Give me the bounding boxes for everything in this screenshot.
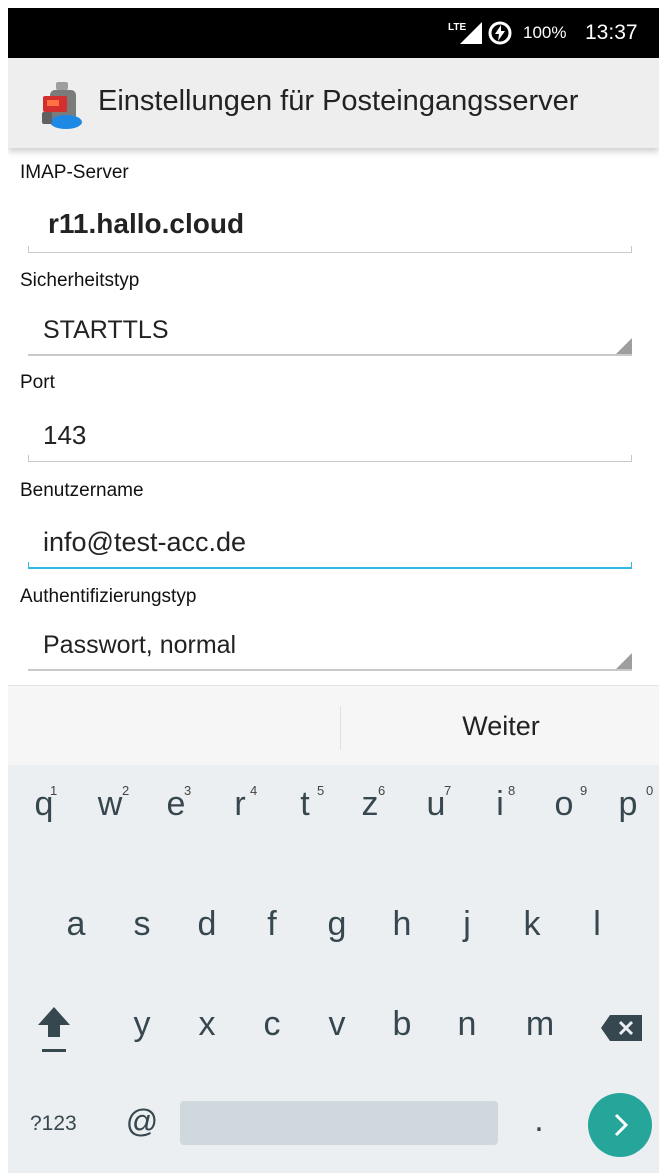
- security-type-underline: [28, 354, 632, 356]
- key-m[interactable]: m: [518, 1005, 562, 1044]
- imap-server-underline: [28, 246, 632, 253]
- battery-level: 100%: [523, 23, 567, 42]
- auth-type-underline: [28, 669, 632, 671]
- imap-server-label: IMAP-Server: [20, 162, 129, 183]
- key-t[interactable]: 5t: [287, 783, 324, 824]
- signal-strength-icon: [460, 22, 482, 44]
- key-c[interactable]: c: [254, 1005, 290, 1044]
- key-l[interactable]: l: [579, 905, 615, 944]
- key-k[interactable]: k: [514, 905, 550, 944]
- key-p[interactable]: 0p: [610, 783, 654, 824]
- port-underline: [28, 455, 632, 462]
- key-w[interactable]: 2w: [92, 783, 130, 824]
- shift-icon[interactable]: [36, 1005, 72, 1059]
- screen-margin: [0, 0, 8, 1173]
- spacebar[interactable]: [180, 1101, 498, 1145]
- key-v[interactable]: v: [319, 1005, 355, 1044]
- security-type-label: Sicherheitstyp: [20, 270, 140, 291]
- port-input[interactable]: 143: [43, 420, 86, 451]
- auth-type-select[interactable]: Passwort, normal: [43, 631, 236, 660]
- backspace-icon[interactable]: [600, 1013, 644, 1043]
- app-bar: Einstellungen für Posteingangsserver: [8, 58, 659, 148]
- dropdown-arrow-icon: [616, 338, 632, 354]
- username-underline: [28, 562, 632, 569]
- key-y[interactable]: y: [124, 1005, 160, 1044]
- key-h[interactable]: h: [384, 905, 420, 944]
- key-f[interactable]: f: [254, 905, 290, 944]
- soft-keyboard: 1q 2w 3e 4r 5t 6z 7u 8i 9o 0p a s d f g …: [8, 765, 659, 1173]
- port-label: Port: [20, 372, 55, 393]
- key-o[interactable]: 9o: [546, 783, 588, 824]
- username-input[interactable]: info@test-acc.de: [43, 527, 246, 558]
- clock: 13:37: [585, 21, 638, 44]
- chevron-right-icon: [614, 1113, 629, 1137]
- key-a[interactable]: a: [58, 905, 94, 944]
- period-key[interactable]: .: [524, 1101, 554, 1140]
- page-title: Einstellungen für Posteingangsserver: [98, 85, 579, 117]
- status-bar: LTE 100% 13:37: [8, 8, 659, 58]
- key-j[interactable]: j: [449, 905, 485, 944]
- key-q[interactable]: 1q: [26, 783, 62, 824]
- go-button[interactable]: [588, 1093, 652, 1157]
- data-saver-icon: [488, 21, 512, 45]
- at-key[interactable]: @: [122, 1103, 162, 1140]
- imap-server-input[interactable]: r11.hallo.cloud: [48, 208, 244, 240]
- key-u[interactable]: 7u: [418, 783, 454, 824]
- username-label: Benutzername: [20, 480, 144, 501]
- auth-type-label: Authentifizierungstyp: [20, 586, 197, 607]
- button-divider: [340, 706, 341, 750]
- button-bar: Weiter: [8, 685, 659, 766]
- key-r[interactable]: 4r: [222, 783, 258, 824]
- dropdown-arrow-icon: [616, 653, 632, 669]
- security-type-select[interactable]: STARTTLS: [43, 316, 169, 345]
- next-button[interactable]: Weiter: [343, 686, 659, 766]
- key-s[interactable]: s: [124, 905, 160, 944]
- app-logo-icon: [42, 82, 82, 129]
- key-b[interactable]: b: [384, 1005, 420, 1044]
- key-i[interactable]: 8i: [482, 783, 518, 824]
- key-n[interactable]: n: [449, 1005, 485, 1044]
- key-z[interactable]: 6z: [352, 783, 388, 824]
- key-e[interactable]: 3e: [158, 783, 194, 824]
- symbols-key[interactable]: ?123: [30, 1112, 77, 1136]
- key-d[interactable]: d: [189, 905, 225, 944]
- key-x[interactable]: x: [189, 1005, 225, 1044]
- key-g[interactable]: g: [319, 905, 355, 944]
